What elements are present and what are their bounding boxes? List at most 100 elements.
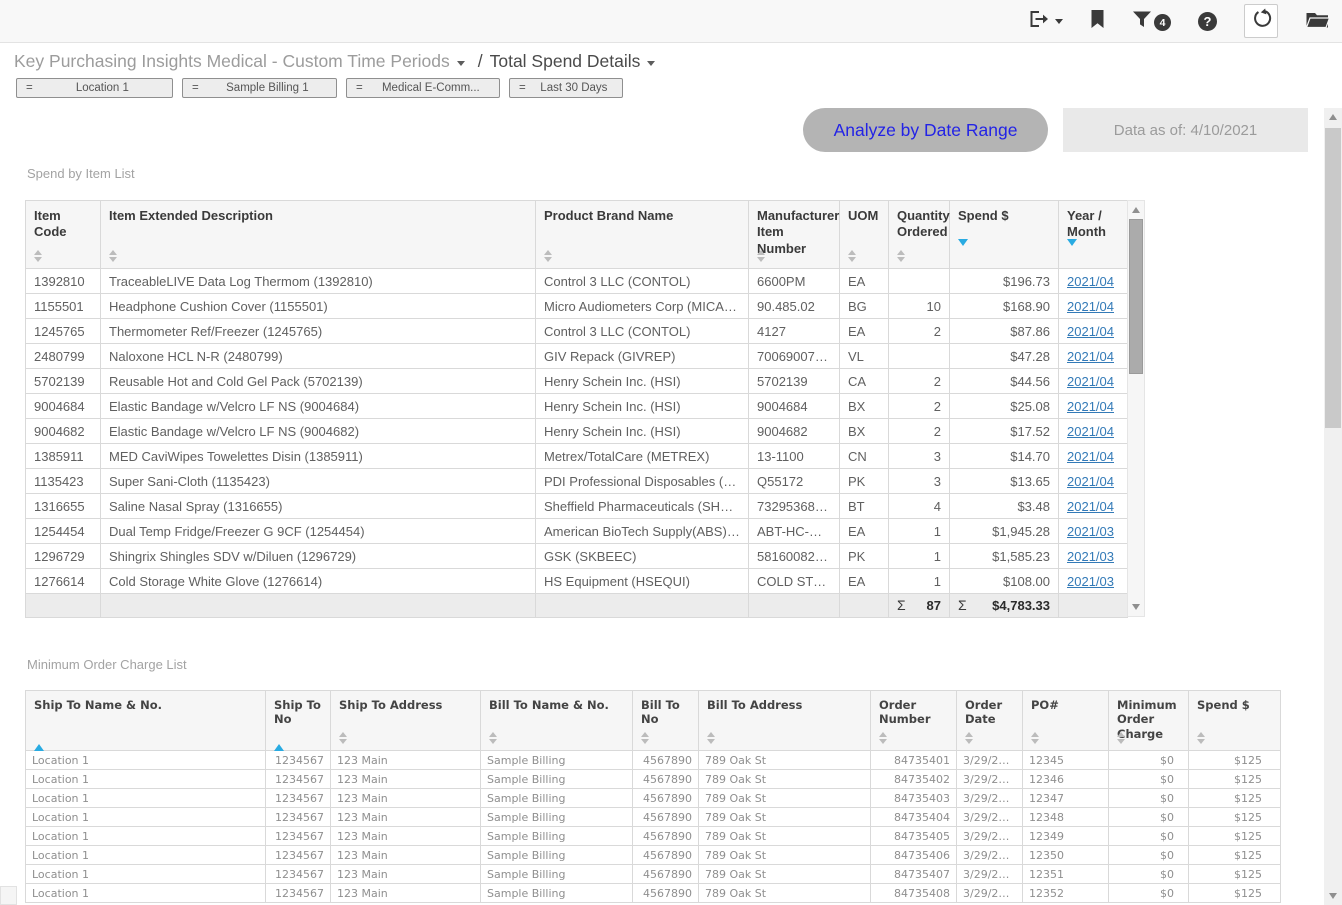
column-header-item_description[interactable]: Item Extended Description: [101, 201, 536, 269]
sort-icon-bill_to_name[interactable]: [489, 732, 497, 744]
filter-chip-medical-ecomm[interactable]: = Medical E-Comm...: [346, 78, 500, 98]
column-header-brand_name[interactable]: Product Brand Name: [536, 201, 749, 269]
spend-table-scrollbar[interactable]: [1127, 200, 1145, 617]
sort-icon-mfr_item_number[interactable]: [757, 250, 765, 262]
scroll-up-arrow-icon[interactable]: [1128, 207, 1144, 213]
filters-button[interactable]: 4: [1132, 9, 1171, 33]
sort-icon-bill_to_address[interactable]: [707, 732, 715, 744]
table-row: 1276614Cold Storage White Glove (1276614…: [26, 569, 1128, 594]
cell-spend: $17.52: [950, 419, 1059, 444]
sort-icon-ship_to_name[interactable]: [34, 730, 44, 744]
sort-icon-uom[interactable]: [848, 250, 856, 262]
column-header-spend[interactable]: Spend $: [1189, 691, 1281, 751]
column-header-order_number[interactable]: Order Number: [871, 691, 957, 751]
column-header-mfr_item_number[interactable]: Manufacturer Item Number: [749, 201, 840, 269]
column-header-uom[interactable]: UOM: [840, 201, 889, 269]
help-button[interactable]: ?: [1198, 12, 1217, 31]
sort-icon-spend[interactable]: [958, 246, 968, 262]
column-header-ship_to_no[interactable]: Ship To No: [266, 691, 331, 751]
scrollbar-thumb[interactable]: [1129, 219, 1143, 374]
sort-icon-item_description[interactable]: [109, 250, 117, 262]
column-header-ship_to_address[interactable]: Ship To Address: [331, 691, 481, 751]
sort-icon-ship_to_address[interactable]: [339, 732, 347, 744]
breadcrumb-dashboard-title[interactable]: Key Purchasing Insights Medical - Custom…: [14, 51, 450, 72]
column-header-min_order_charge[interactable]: Minimum Order Charge: [1109, 691, 1189, 751]
sort-icon-quantity_ordered[interactable]: [897, 250, 905, 262]
cell-ship_to_name: Location 1: [26, 827, 266, 846]
column-header-year_month[interactable]: Year / Month: [1059, 201, 1128, 269]
year_month-link[interactable]: 2021/04: [1067, 274, 1114, 289]
scroll-up-arrow-icon[interactable]: [1324, 114, 1342, 120]
year_month-link[interactable]: 2021/04: [1067, 349, 1114, 364]
page-scrollbar[interactable]: [1324, 108, 1342, 905]
column-header-bill_to_name[interactable]: Bill To Name & No.: [481, 691, 633, 751]
scrollbar-thumb[interactable]: [1325, 128, 1341, 428]
scroll-down-arrow-icon[interactable]: [1324, 893, 1342, 899]
sort-icon-brand_name[interactable]: [544, 250, 552, 262]
breadcrumb-page-title[interactable]: Total Spend Details: [490, 51, 641, 72]
cell-min_order_charge: $0: [1109, 751, 1189, 770]
cell-bill_to_no: 4567890: [633, 865, 699, 884]
cell-year_month: 2021/03: [1059, 544, 1128, 569]
year_month-link[interactable]: 2021/03: [1067, 549, 1114, 564]
sort-icon-min_order_charge[interactable]: [1117, 732, 1125, 744]
cell-spend: $196.73: [950, 269, 1059, 294]
table-row: Location 11234567123 MainSample Billing4…: [26, 827, 1281, 846]
year_month-link[interactable]: 2021/04: [1067, 424, 1114, 439]
year_month-link[interactable]: 2021/04: [1067, 474, 1114, 489]
filter-chip-last-30-days[interactable]: = Last 30 Days: [509, 78, 623, 98]
cell-order_number: 84735406: [871, 846, 957, 865]
filter-chip-billing[interactable]: = Sample Billing 1: [182, 78, 337, 98]
sort-icon-ship_to_no[interactable]: [274, 730, 284, 744]
year_month-link[interactable]: 2021/03: [1067, 574, 1114, 589]
horizontal-scrollbar-stub[interactable]: [0, 886, 17, 905]
cell-order_date: 3/29/2021: [957, 770, 1023, 789]
column-header-po_number[interactable]: PO#: [1023, 691, 1109, 751]
analyze-by-date-range-button[interactable]: Analyze by Date Range: [803, 108, 1048, 152]
sort-icon-year_month[interactable]: [1067, 246, 1077, 262]
column-label: Ship To No: [274, 698, 326, 727]
year_month-link[interactable]: 2021/04: [1067, 299, 1114, 314]
filter-chip-location[interactable]: = Location 1: [16, 78, 173, 98]
column-header-item_code[interactable]: Item Code: [26, 201, 101, 269]
cell-ship_to_no: 1234567: [266, 770, 331, 789]
column-label: Order Date: [965, 698, 1018, 727]
refresh-button[interactable]: [1244, 4, 1278, 38]
sort-icon-item_code[interactable]: [34, 250, 42, 262]
sort-icon-spend[interactable]: [1197, 732, 1205, 744]
filter-operator: =: [192, 82, 199, 94]
briefcase-button[interactable]: [1305, 9, 1330, 34]
year_month-link[interactable]: 2021/04: [1067, 499, 1114, 514]
year_month-link[interactable]: 2021/04: [1067, 399, 1114, 414]
cell-ship_to_address: 123 Main: [331, 865, 481, 884]
sort-icon-order_date[interactable]: [965, 732, 973, 744]
chevron-down-icon[interactable]: [457, 61, 465, 66]
table-row: Location 11234567123 MainSample Billing4…: [26, 751, 1281, 770]
column-header-ship_to_name[interactable]: Ship To Name & No.: [26, 691, 266, 751]
column-header-bill_to_address[interactable]: Bill To Address: [699, 691, 871, 751]
cell-item_description: TraceableLIVE Data Log Thermom (1392810): [101, 269, 536, 294]
sort-icon-order_number[interactable]: [879, 732, 887, 744]
chevron-down-icon[interactable]: [647, 61, 655, 66]
cell-bill_to_address: 789 Oak St: [699, 751, 871, 770]
year_month-link[interactable]: 2021/04: [1067, 374, 1114, 389]
column-header-bill_to_no[interactable]: Bill To No: [633, 691, 699, 751]
export-button[interactable]: [1028, 9, 1063, 34]
cell-item_code: 1385911: [26, 444, 101, 469]
cell-mfr_item_number: ABT-HC-RFC9G: [749, 519, 840, 544]
cell-ship_to_no: 1234567: [266, 808, 331, 827]
cell-bill_to_address: 789 Oak St: [699, 865, 871, 884]
column-header-spend[interactable]: Spend $: [950, 201, 1059, 269]
bookmark-button[interactable]: [1090, 9, 1105, 34]
sort-icon-po_number[interactable]: [1031, 732, 1039, 744]
help-icon: ?: [1198, 12, 1217, 31]
sort-icon-bill_to_no[interactable]: [641, 732, 649, 744]
year_month-link[interactable]: 2021/04: [1067, 324, 1114, 339]
column-header-quantity_ordered[interactable]: Quantity Ordered: [889, 201, 950, 269]
column-header-order_date[interactable]: Order Date: [957, 691, 1023, 751]
year_month-link[interactable]: 2021/04: [1067, 449, 1114, 464]
year_month-link[interactable]: 2021/03: [1067, 524, 1114, 539]
bookmark-icon: [1090, 9, 1105, 34]
scroll-down-arrow-icon[interactable]: [1128, 604, 1144, 610]
cell-bill_to_no: 4567890: [633, 770, 699, 789]
